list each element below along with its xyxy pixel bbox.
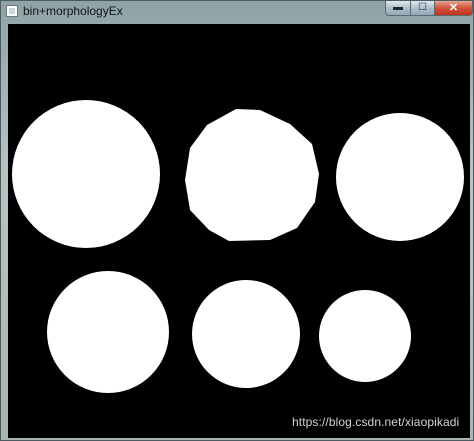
- blob-octagon: [185, 109, 319, 241]
- opencv-window: bin+morphologyEx ▬ ☐ ✕ https://blog.csdn…: [0, 0, 474, 441]
- blob-circle-large: [12, 100, 160, 248]
- blob-circle-bottom-left: [47, 271, 169, 393]
- blob-circle-bottom-middle: [192, 280, 300, 388]
- window-icon: [6, 5, 18, 17]
- blob-circle-right: [336, 113, 464, 241]
- watermark-text: https://blog.csdn.net/xiaopikadi: [292, 415, 460, 429]
- window-title: bin+morphologyEx: [23, 4, 123, 18]
- binary-image: [12, 100, 464, 393]
- blob-circle-bottom-right: [319, 290, 411, 382]
- maximize-button[interactable]: ☐: [410, 1, 435, 16]
- minimize-button[interactable]: ▬: [385, 1, 411, 16]
- close-button[interactable]: ✕: [434, 1, 473, 16]
- image-canvas: https://blog.csdn.net/xiaopikadi: [8, 24, 470, 438]
- title-bar[interactable]: bin+morphologyEx ▬ ☐ ✕: [1, 1, 473, 23]
